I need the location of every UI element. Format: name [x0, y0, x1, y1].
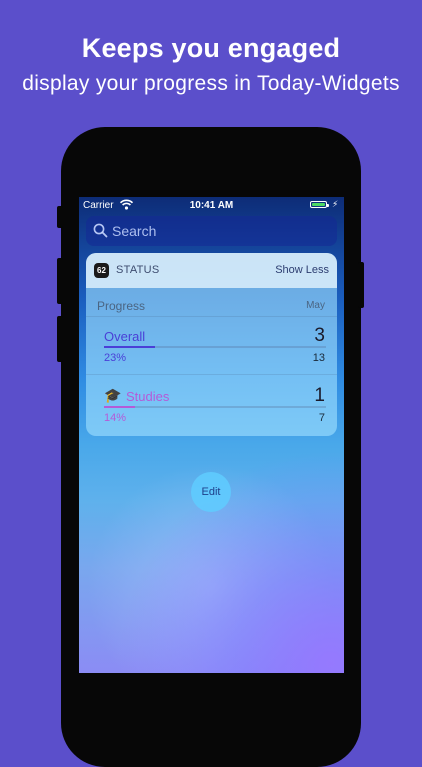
- month-label: May: [306, 300, 325, 311]
- search-placeholder: Search: [112, 223, 157, 239]
- row-percent: 14%: [104, 412, 127, 424]
- progress-bar-overall: [104, 346, 156, 348]
- row-count: 1: [314, 385, 325, 406]
- app-icon: 62: [94, 263, 109, 278]
- row-label: Studies: [126, 389, 170, 404]
- clock: 10:41 AM: [189, 200, 234, 211]
- subline: display your progress in Today-Widgets: [22, 72, 400, 95]
- row-count: 3: [314, 325, 325, 346]
- widget-title: STATUS: [116, 264, 160, 276]
- graduation-cap-icon: 🎓: [104, 387, 122, 403]
- divider: [86, 316, 337, 317]
- show-less-button[interactable]: Show Less: [275, 264, 329, 276]
- side-button-mute: [57, 206, 63, 228]
- progress-section-label: Progress: [97, 299, 146, 313]
- headline: Keeps you engaged: [81, 33, 341, 63]
- progress-bar-studies: [104, 406, 136, 408]
- progress-track: [104, 346, 326, 348]
- row-total: 7: [318, 412, 325, 424]
- row-total: 13: [312, 352, 325, 364]
- search-icon: [93, 223, 108, 238]
- side-button-volume-up: [57, 258, 63, 304]
- side-button-power: [358, 262, 364, 308]
- edit-button[interactable]: Edit: [191, 472, 231, 512]
- row-percent: 23%: [104, 352, 127, 364]
- row-label: Overall: [104, 329, 146, 344]
- side-button-volume-down: [57, 316, 63, 362]
- search-bar[interactable]: Search: [86, 216, 337, 246]
- phone-screen: Carrier 10:41 AM ⚡ Search 62 STATUS Show…: [79, 197, 344, 673]
- widget-header: 62 STATUS Show Less: [86, 253, 337, 288]
- status-bar: Carrier 10:41 AM ⚡: [79, 197, 344, 213]
- charging-bolt-icon: ⚡: [332, 199, 339, 209]
- status-widget: 62 STATUS Show Less Progress May Overall…: [86, 253, 337, 436]
- divider: [86, 374, 337, 375]
- progress-track: [104, 406, 326, 408]
- battery-icon: [310, 201, 329, 208]
